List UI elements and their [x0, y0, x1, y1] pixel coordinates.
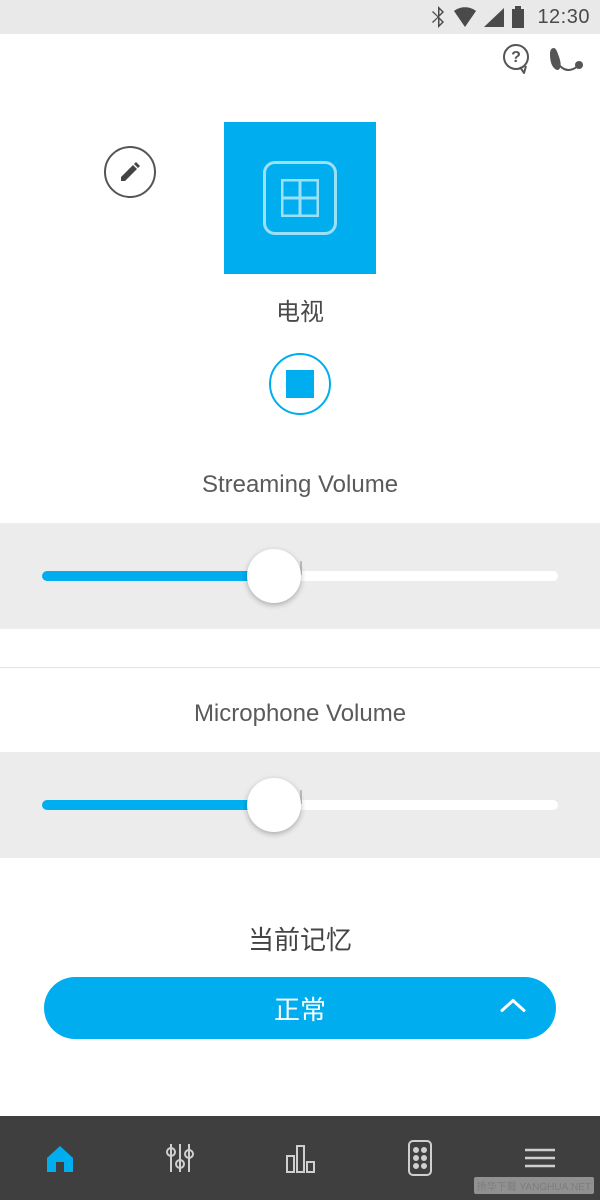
memory-section: 当前记忆 正常 [0, 896, 600, 1039]
device-tile[interactable] [224, 122, 376, 274]
help-icon[interactable]: ? [500, 42, 534, 76]
sliders-icon [162, 1140, 198, 1176]
svg-text:?: ? [511, 49, 521, 66]
stop-button[interactable] [269, 353, 331, 415]
device-section: 电视 [0, 84, 600, 415]
top-actions: ? [0, 34, 600, 84]
nav-equalizer[interactable] [120, 1116, 240, 1200]
bars-icon [282, 1140, 318, 1176]
watermark: 扬华下载 YANGHUA.NET [474, 1177, 594, 1194]
nav-home[interactable] [0, 1116, 120, 1200]
device-label: 电视 [276, 292, 324, 327]
chevron-up-icon [500, 998, 526, 1019]
stop-icon [286, 370, 314, 398]
divider [0, 667, 600, 668]
streaming-volume-label: Streaming Volume [0, 471, 600, 499]
memory-title: 当前记忆 [0, 920, 600, 957]
microphone-volume-section: Microphone Volume [0, 700, 600, 858]
pencil-icon [118, 160, 142, 184]
memory-current: 正常 [274, 990, 326, 1027]
signal-icon [483, 7, 505, 27]
bluetooth-icon [431, 5, 447, 29]
nav-remote[interactable] [360, 1116, 480, 1200]
grid-icon [281, 179, 319, 217]
nav-stats[interactable] [240, 1116, 360, 1200]
streaming-volume-section: Streaming Volume [0, 471, 600, 629]
hearing-aid-icon[interactable] [548, 44, 584, 74]
streaming-volume-slider[interactable] [0, 523, 600, 629]
status-bar: 12:30 [0, 0, 600, 34]
home-icon [42, 1140, 78, 1176]
menu-icon [523, 1146, 557, 1170]
edit-button[interactable] [104, 146, 156, 198]
wifi-icon [453, 7, 477, 27]
memory-selector[interactable]: 正常 [44, 977, 556, 1039]
battery-icon [511, 6, 525, 28]
status-time: 12:30 [537, 6, 590, 29]
microphone-volume-label: Microphone Volume [0, 700, 600, 728]
remote-icon [407, 1139, 433, 1177]
microphone-volume-slider[interactable] [0, 752, 600, 858]
